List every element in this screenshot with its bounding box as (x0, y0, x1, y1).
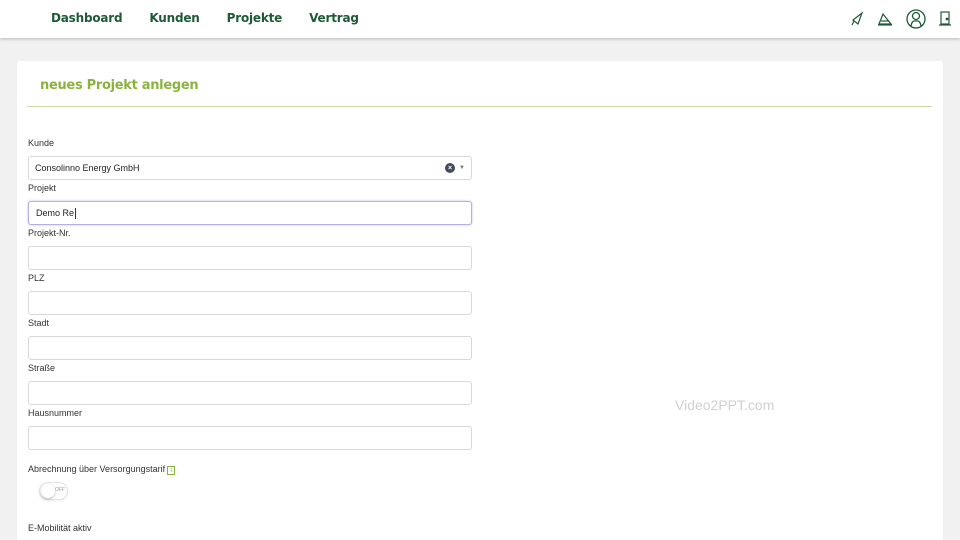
projekt-value: Demo Re (36, 208, 75, 218)
info-icon[interactable]: i (167, 466, 176, 475)
emobilitaet-label: E-Mobilität aktiv (28, 523, 92, 533)
projekt-nr-label: Projekt-Nr. (28, 228, 71, 238)
projekt-input[interactable]: Demo Re (28, 201, 472, 225)
projekt-nr-input[interactable] (28, 246, 472, 270)
megaphone-icon[interactable] (850, 10, 864, 28)
user-account-icon[interactable] (906, 8, 926, 30)
chevron-down-icon[interactable]: ▼ (459, 165, 465, 171)
top-navigation-bar: Dashboard Kunden Projekte Vertrag (0, 0, 960, 38)
kunde-label: Kunde (28, 138, 55, 148)
stadt-input[interactable] (28, 336, 472, 360)
abrechnung-label: Abrechnung über Versorgungstarif i (28, 464, 176, 475)
nav-kunden[interactable]: Kunden (149, 11, 199, 25)
abrechnung-toggle[interactable]: OFF (39, 482, 68, 500)
title-divider (27, 106, 932, 107)
main-nav: Dashboard Kunden Projekte Vertrag (51, 11, 359, 25)
nav-dashboard[interactable]: Dashboard (51, 11, 123, 25)
nav-projekte[interactable]: Projekte (227, 11, 283, 25)
hausnummer-input[interactable] (28, 426, 472, 450)
project-form-card: neues Projekt anlegen Kunde Consolinno E… (17, 61, 943, 540)
plz-label: PLZ (28, 273, 45, 283)
projekt-label: Projekt (28, 183, 57, 193)
select-controls: × ▼ (445, 163, 465, 173)
text-cursor (75, 207, 77, 219)
nav-vertrag[interactable]: Vertrag (309, 11, 359, 25)
strasse-input[interactable] (28, 381, 472, 405)
watermark: Video2PPT.com (675, 397, 775, 413)
hausnummer-label: Hausnummer (28, 408, 83, 418)
stadt-label: Stadt (28, 318, 50, 328)
plz-input[interactable] (28, 291, 472, 315)
toggle-knob (41, 484, 55, 498)
toggle-state-text: OFF (55, 487, 65, 493)
clear-selection-icon[interactable]: × (445, 163, 456, 173)
kunde-value: Consolinno Energy GmbH (35, 163, 140, 173)
abrechnung-label-text: Abrechnung über Versorgungstarif (28, 464, 166, 474)
logout-icon[interactable] (938, 10, 952, 28)
kunde-select[interactable]: Consolinno Energy GmbH × ▼ (28, 156, 472, 180)
page-title: neues Projekt anlegen (40, 78, 199, 93)
header-icons (850, 8, 952, 30)
strasse-label: Straße (28, 363, 56, 373)
announcement-icon[interactable] (876, 10, 894, 28)
